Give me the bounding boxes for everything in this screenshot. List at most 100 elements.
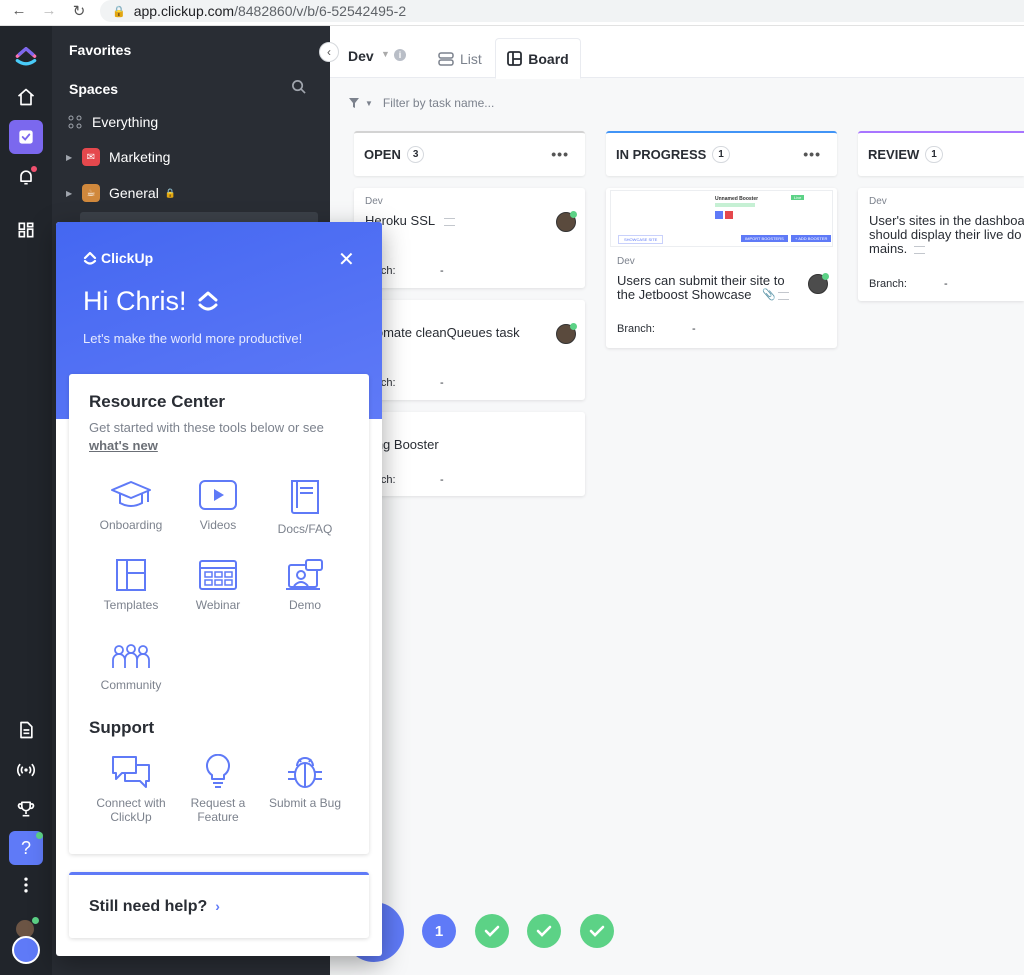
description-icon [914,246,925,254]
graduation-cap-icon [111,481,151,507]
caret-down-icon[interactable]: ▼ [365,99,373,108]
more-vertical-icon[interactable] [9,868,43,902]
goals-trophy-icon[interactable] [9,792,43,826]
more-horizontal-icon[interactable]: ••• [803,146,821,162]
column-header-review[interactable]: REVIEW 1 [858,131,1024,176]
docs-icon[interactable] [9,713,43,747]
onboarding-step-done-icon[interactable] [527,914,561,948]
template-icon [116,559,146,591]
thumb-tag [715,203,755,207]
column-count: 1 [712,146,730,163]
card-branch-value: - [440,474,444,486]
tool-community[interactable]: Community [86,642,176,692]
column-title: REVIEW [868,147,920,162]
thumb-button-b: + ADD BOOSTER [791,235,832,242]
coffee-icon: ☕ [82,184,100,202]
favorites-heading[interactable]: Favorites [69,42,131,58]
clickup-logo-icon[interactable] [9,36,43,70]
tool-docs-faq[interactable]: Docs/FAQ [260,478,350,536]
task-card-starting-booster[interactable]: rting Booster ranch: - [354,412,585,496]
forward-icon[interactable]: → [38,2,60,19]
caret-right-icon[interactable]: ▶ [66,189,82,198]
card-cover-image[interactable]: Unnamed Booster Live SHOWCASE SITE IMPOR… [610,190,833,247]
caret-down-icon[interactable]: ▼ [381,49,390,59]
support-connect-with-clickup[interactable]: Connect with ClickUp [86,754,176,824]
thumb-title: Unnamed Booster [715,196,759,202]
sidebar-item-everything[interactable]: Everything [66,110,158,134]
filter-input[interactable]: Filter by task name... [383,96,494,110]
thumb-badge: Live [791,195,805,200]
task-card-heroku-ssl[interactable]: Dev Heroku SSL ranch: - [354,188,585,288]
filter-icon[interactable] [348,97,360,109]
sidebar-item-marketing[interactable]: ▶ ✉ Marketing [66,145,170,169]
card-branch-value: - [692,323,696,335]
filter-bar[interactable]: ▼ Filter by task name... [348,94,494,112]
close-icon[interactable]: ✕ [338,247,355,272]
card-title: utomate cleanQueues task [365,325,520,340]
support-submit-bug[interactable]: Submit a Bug [260,754,350,810]
column-header-open[interactable]: OPEN 3 ••• [354,131,585,176]
help-question-icon[interactable]: ? [9,831,43,865]
tool-webinar[interactable]: Webinar [173,558,263,612]
clickup-brand: ClickUp [83,250,153,266]
sidebar-item-label: Everything [92,114,159,130]
more-horizontal-icon[interactable]: ••• [551,146,569,162]
card-title-line1: User's sites in the dashboa [869,213,1024,228]
address-bar[interactable]: 🔒 app.clickup.com/8482860/v/b/6-52542495… [100,0,1024,22]
notifications-icon[interactable] [9,160,43,194]
task-card-user-sites-domains[interactable]: Dev User's sites in the dashboa should d… [858,188,1024,301]
spaces-heading[interactable]: Spaces [69,81,118,97]
sidebar-item-general[interactable]: ▶ ☕ General 🔒 [66,181,176,205]
url-path: /8482860/v/b/6-52542495-2 [234,3,407,19]
tool-onboarding[interactable]: Onboarding [86,478,176,532]
assignee-avatar[interactable] [556,211,577,232]
tool-templates[interactable]: Templates [86,558,176,612]
whats-new-link[interactable]: what's new [89,438,158,453]
list-icon [438,51,454,66]
clickup-logo-icon [198,291,218,310]
assignee-avatar[interactable] [556,323,577,344]
column-header-in-progress[interactable]: IN PROGRESS 1 ••• [606,131,837,176]
onboarding-step-current[interactable]: 1 [422,914,456,948]
info-icon[interactable]: i [394,49,406,61]
home-icon[interactable] [9,80,43,114]
tasks-icon[interactable] [9,120,43,154]
tab-board[interactable]: Board [495,38,581,79]
speed-gauge-icon[interactable] [12,936,40,964]
label-line: Submit a Bug [268,796,342,810]
community-icon [112,644,150,668]
tool-demo[interactable]: Demo [260,558,350,612]
caret-right-icon[interactable]: ▶ [66,153,82,162]
card-list-name: Dev [869,196,887,207]
tool-label: Onboarding [99,518,163,532]
support-request-feature[interactable]: Request a Feature [173,754,263,824]
reload-icon[interactable]: ↻ [68,2,90,20]
column-title: OPEN [364,147,401,162]
task-card-jetboost-showcase[interactable]: Unnamed Booster Live SHOWCASE SITE IMPOR… [606,188,837,348]
tool-label: Demo [288,598,321,612]
tool-videos[interactable]: Videos [173,478,263,532]
collapse-sidebar-button[interactable]: ‹ [319,42,339,62]
back-icon[interactable]: ← [8,2,30,19]
pulse-icon[interactable] [9,753,43,787]
onboarding-step-done-icon[interactable] [475,914,509,948]
chevron-right-icon: › [215,898,220,914]
tab-list[interactable]: List [438,38,482,79]
card-list-name: Dev [365,196,383,207]
onboarding-step-done-icon[interactable] [580,914,614,948]
resource-center-card: Resource Center Get started with these t… [69,374,369,854]
sidebar-item-label: General [109,185,159,201]
description-text: Get started with these tools below or se… [89,420,324,435]
task-card-automate-cleanqueues[interactable]: utomate cleanQueues task ranch: - [354,300,585,400]
dashboards-icon[interactable] [9,213,43,247]
search-icon[interactable] [291,79,306,94]
megaphone-icon: ✉ [82,148,100,166]
card-branch-label: Branch: [617,323,655,335]
tool-label: Submit a Bug [260,796,350,810]
thumb-left-button: SHOWCASE SITE [618,235,664,244]
space-name[interactable]: Dev [348,48,374,64]
tool-label: Templates [103,598,159,612]
assignee-avatar[interactable] [808,273,829,294]
tool-label: Request a Feature [173,796,263,824]
still-need-help-card[interactable]: Still need help? › [69,872,369,938]
